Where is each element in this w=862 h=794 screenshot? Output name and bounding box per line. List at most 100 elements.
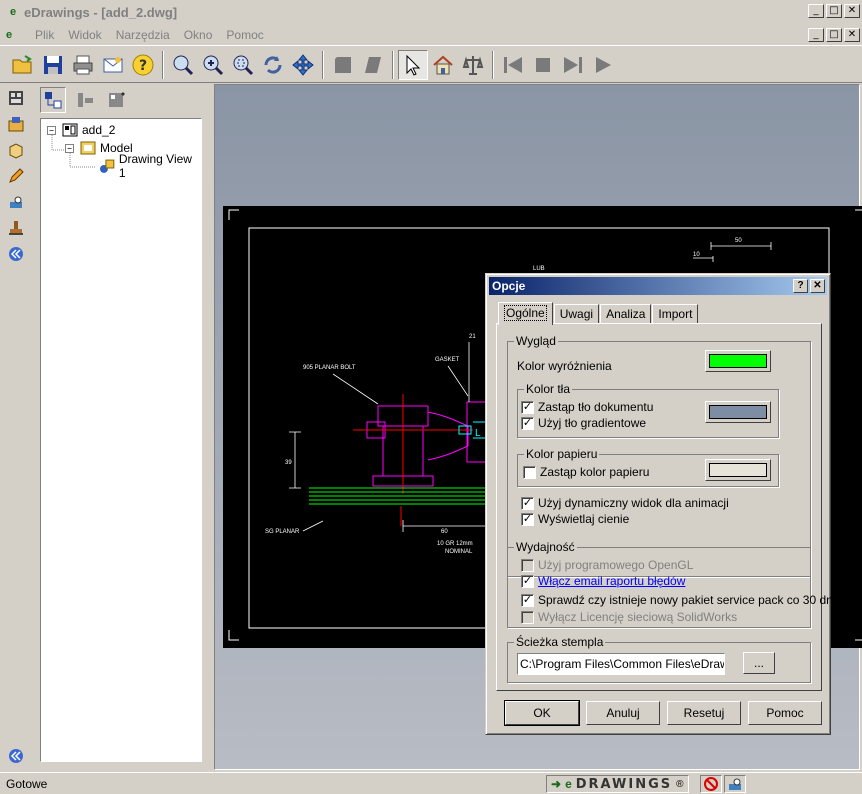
tree-node-view[interactable]: Drawing View 1	[99, 152, 201, 180]
open-icon[interactable]	[8, 50, 38, 80]
gradient-bg-checkbox[interactable]: ✓ Użyj tło gradientowe	[521, 416, 646, 430]
gradient-bg-checkbox-box[interactable]: ✓	[521, 416, 534, 430]
edrawings-brand: ➜ e DRAWINGS ®	[546, 775, 689, 793]
label-dim-60: 60	[441, 529, 448, 535]
highlight-color-button[interactable]	[705, 350, 771, 372]
collapse-panel-icon[interactable]	[4, 242, 28, 266]
bg-color-button[interactable]	[705, 401, 771, 423]
measure-status-icon[interactable]	[724, 775, 746, 793]
service-pack-checkbox[interactable]: ✓ Sprawdź czy istnieje nowy pakiet servi…	[521, 593, 835, 607]
perspective-icon[interactable]	[358, 50, 388, 80]
model-tree: − add_2 − Model Drawing View 1	[40, 118, 202, 762]
window-title: eDrawings - [add_2.dwg]	[24, 4, 178, 20]
email-report-checkbox[interactable]: ✓ Włącz email raportu błędów	[521, 574, 685, 588]
minimize-button[interactable]: _	[808, 4, 824, 18]
help-icon[interactable]: ?	[128, 50, 158, 80]
zoom-in-out-icon[interactable]	[198, 50, 228, 80]
edrawings-logo-icon: e	[9, 6, 17, 18]
markup-icon[interactable]	[4, 164, 28, 188]
dialog-close-button[interactable]: ✕	[810, 279, 825, 293]
stamp-path-input[interactable]: C:\Program Files\Common Files\eDrawings	[517, 653, 725, 675]
help-button[interactable]: Pomoc	[748, 701, 822, 725]
menu-narzedzia[interactable]: Narzędzia	[109, 28, 177, 42]
zoom-to-fit-icon[interactable]	[168, 50, 198, 80]
print-icon[interactable]	[68, 50, 98, 80]
brand-text: DRAWINGS	[575, 776, 673, 792]
tab-analiza[interactable]: Analiza	[600, 304, 652, 324]
highlight-color-label: Kolor wyróżnienia	[517, 359, 612, 373]
menu-widok[interactable]: Widok	[61, 28, 108, 42]
override-paper-checkbox[interactable]: Zastąp kolor papieru	[523, 465, 649, 479]
collapse-bottom-icon[interactable]	[4, 744, 28, 768]
menu-plik[interactable]: Plik	[28, 28, 61, 42]
tab-ogolne[interactable]: Ogólne	[498, 302, 553, 325]
properties-tab-icon[interactable]	[72, 87, 98, 113]
home-icon[interactable]	[428, 50, 458, 80]
doc-close-button[interactable]: ✕	[844, 28, 860, 42]
email-report-link[interactable]: Włącz email raportu błędów	[538, 574, 685, 588]
first-frame-icon[interactable]	[498, 50, 528, 80]
cancel-button[interactable]: Anuluj	[586, 701, 660, 725]
tab-uwagi[interactable]: Uwagi	[553, 304, 600, 324]
play-icon[interactable]	[588, 50, 618, 80]
collapse-toggle-icon[interactable]: −	[65, 143, 74, 153]
doc-minimize-button[interactable]: _	[808, 28, 824, 42]
service-pack-checkbox-box[interactable]: ✓	[521, 593, 534, 607]
select-icon[interactable]	[398, 49, 428, 80]
email-icon[interactable]	[98, 50, 128, 80]
sheet-format-tab-icon[interactable]	[104, 87, 130, 113]
stop-icon[interactable]	[528, 50, 558, 80]
brand-mark: e	[565, 777, 572, 791]
save-icon[interactable]	[38, 50, 68, 80]
reset-button[interactable]: Resetuj	[667, 701, 741, 725]
dynamic-view-checkbox-box[interactable]: ✓	[521, 496, 534, 510]
override-bg-checkbox-box[interactable]: ✓	[521, 400, 534, 414]
last-frame-icon[interactable]	[558, 50, 588, 80]
components-icon[interactable]	[4, 112, 28, 136]
stamp-icon[interactable]	[4, 216, 28, 240]
shadows-checkbox[interactable]: ✓ Wyświetlaj cienie	[521, 512, 629, 526]
paper-color-button[interactable]	[705, 459, 771, 481]
sheets-icon[interactable]	[4, 86, 28, 110]
label-dim-50: 50	[735, 238, 742, 244]
performance-group-label: Wydajność	[514, 540, 577, 554]
no-markup-icon[interactable]	[700, 775, 722, 793]
pan-icon[interactable]	[288, 50, 318, 80]
tree-view-tab-icon[interactable]	[40, 87, 66, 113]
dynamic-view-checkbox[interactable]: ✓ Użyj dynamiczny widok dla animacji	[521, 496, 729, 510]
email-report-checkbox-box[interactable]: ✓	[521, 574, 534, 588]
close-button[interactable]: ✕	[844, 4, 860, 18]
document-icon[interactable]: e	[6, 29, 28, 41]
main-toolbar: ?	[0, 47, 862, 83]
maximize-button[interactable]: □	[826, 4, 842, 18]
measure-tool-icon[interactable]	[4, 190, 28, 214]
shadows-label: Wyświetlaj cienie	[538, 512, 630, 526]
browse-button[interactable]: ...	[743, 652, 775, 674]
label-gr-1: 10 GR 12mm	[437, 541, 473, 547]
menu-okno[interactable]: Okno	[177, 28, 220, 42]
tab-import[interactable]: Import	[652, 304, 699, 324]
doc-restore-button[interactable]: □	[826, 28, 842, 42]
measure-icon[interactable]	[458, 50, 488, 80]
menu-pomoc[interactable]: Pomoc	[219, 28, 270, 42]
window-titlebar: e eDrawings - [add_2.dwg] _ □ ✕	[0, 0, 862, 24]
bg-color-swatch	[709, 405, 767, 419]
rotate-icon[interactable]	[258, 50, 288, 80]
dialog-help-button[interactable]: ?	[793, 279, 808, 293]
ok-button[interactable]: OK	[504, 700, 580, 726]
background-color-group-label: Kolor tła	[524, 382, 573, 396]
left-panel-bar	[4, 84, 32, 770]
shadows-checkbox-box[interactable]: ✓	[521, 512, 534, 526]
override-bg-checkbox[interactable]: ✓ Zastąp tło dokumentu	[521, 400, 653, 414]
dialog-title: Opcje	[492, 279, 526, 293]
shaded-icon[interactable]	[328, 50, 358, 80]
label-lub: LUB	[533, 266, 545, 272]
label-gasket: GASKET	[435, 357, 460, 363]
collapse-toggle-icon[interactable]: −	[47, 125, 56, 135]
tree-node-root[interactable]: − add_2	[47, 121, 115, 139]
configurations-icon[interactable]	[4, 138, 28, 162]
label-gr-2: NOMINAL	[445, 549, 473, 555]
override-paper-checkbox-box[interactable]	[523, 465, 536, 479]
zoom-area-icon[interactable]	[228, 50, 258, 80]
menu-bar: e Plik Widok Narzędzia Okno Pomoc _ □ ✕	[0, 24, 862, 46]
